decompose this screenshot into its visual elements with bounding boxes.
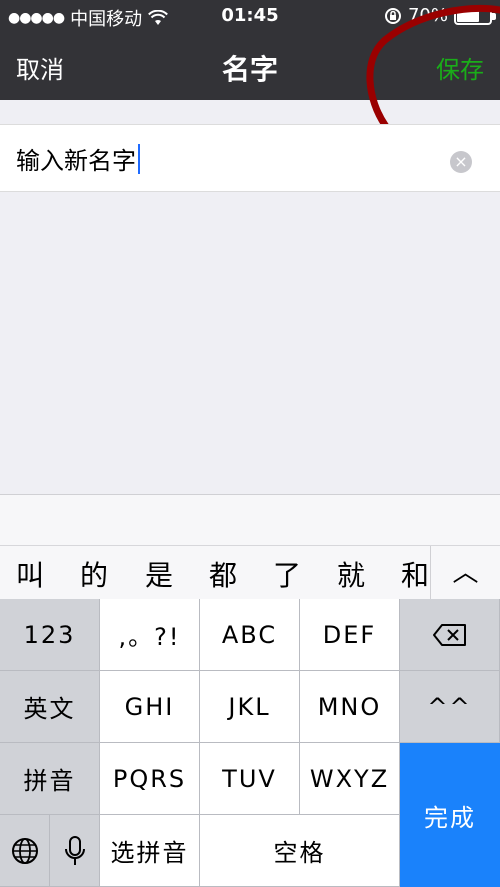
chevron-up-icon[interactable]: ︿ — [430, 546, 500, 601]
top-bar: ●●●●● 中国移动 01:45 70% 取消 名字 保存 — [0, 0, 500, 100]
done-button[interactable]: 完成 — [400, 743, 500, 887]
key-english[interactable]: 英文 — [0, 671, 100, 743]
key-punctuation[interactable]: ,。?! — [100, 599, 200, 671]
candidate-word[interactable]: 都 — [209, 554, 237, 594]
key-ghi[interactable]: GHI — [100, 671, 200, 743]
key-def[interactable]: DEF — [300, 599, 400, 671]
text-caret — [138, 143, 140, 174]
page-title: 名字 — [221, 53, 278, 86]
battery-fill — [457, 9, 479, 22]
key-pinyin[interactable]: 拼音 — [0, 743, 100, 815]
candidate-word[interactable]: 和 — [401, 554, 429, 594]
candidate-word[interactable]: 就 — [337, 554, 365, 594]
keyboard: 123 ,。?! ABC DEF 英文 GHI JKL MNO ^^ 拼音 PQ… — [0, 599, 500, 887]
battery-percent: 70% — [407, 5, 448, 26]
key-select-pinyin[interactable]: 选拼音 — [100, 815, 200, 887]
backspace-icon[interactable] — [400, 599, 500, 671]
keyboard-accessory-bar: 叫 的 是 都 了 就 和 ︿ — [0, 494, 500, 601]
name-input-text: 输入新名字 — [16, 147, 136, 175]
status-right: 70% — [384, 5, 496, 26]
delete-backward-icon — [432, 623, 466, 646]
microphone-icon[interactable] — [50, 815, 100, 887]
key-jkl[interactable]: JKL — [200, 671, 300, 743]
space-key[interactable]: 空格 — [200, 815, 400, 887]
key-tuv[interactable]: TUV — [200, 743, 300, 815]
name-input[interactable]: 输入新名字 — [16, 141, 140, 176]
save-button[interactable]: 保存 — [436, 50, 484, 85]
key-emoticon[interactable]: ^^ — [400, 671, 500, 743]
nav-bar: 取消 名字 保存 — [0, 34, 500, 100]
key-abc[interactable]: ABC — [200, 599, 300, 671]
candidate-bar: 叫 的 是 都 了 就 和 ︿ — [0, 545, 500, 601]
key-123[interactable]: 123 — [0, 599, 100, 671]
candidate-word[interactable]: 是 — [145, 554, 173, 594]
clear-circle-icon[interactable]: × — [450, 151, 472, 173]
orientation-lock-icon — [384, 7, 401, 24]
key-wxyz[interactable]: WXYZ — [300, 743, 400, 815]
status-bar: ●●●●● 中国移动 01:45 70% — [0, 0, 500, 34]
globe-icon[interactable] — [0, 815, 50, 887]
dictation-microphone-icon — [64, 835, 85, 865]
candidate-word[interactable]: 了 — [273, 554, 301, 594]
candidate-word[interactable]: 的 — [80, 554, 108, 594]
battery-icon — [454, 6, 496, 25]
key-pqrs[interactable]: PQRS — [100, 743, 200, 815]
key-mno[interactable]: MNO — [300, 671, 400, 743]
candidate-word[interactable]: 叫 — [16, 554, 44, 594]
name-input-row: 输入新名字 × — [0, 124, 500, 192]
language-globe-icon — [11, 837, 38, 864]
